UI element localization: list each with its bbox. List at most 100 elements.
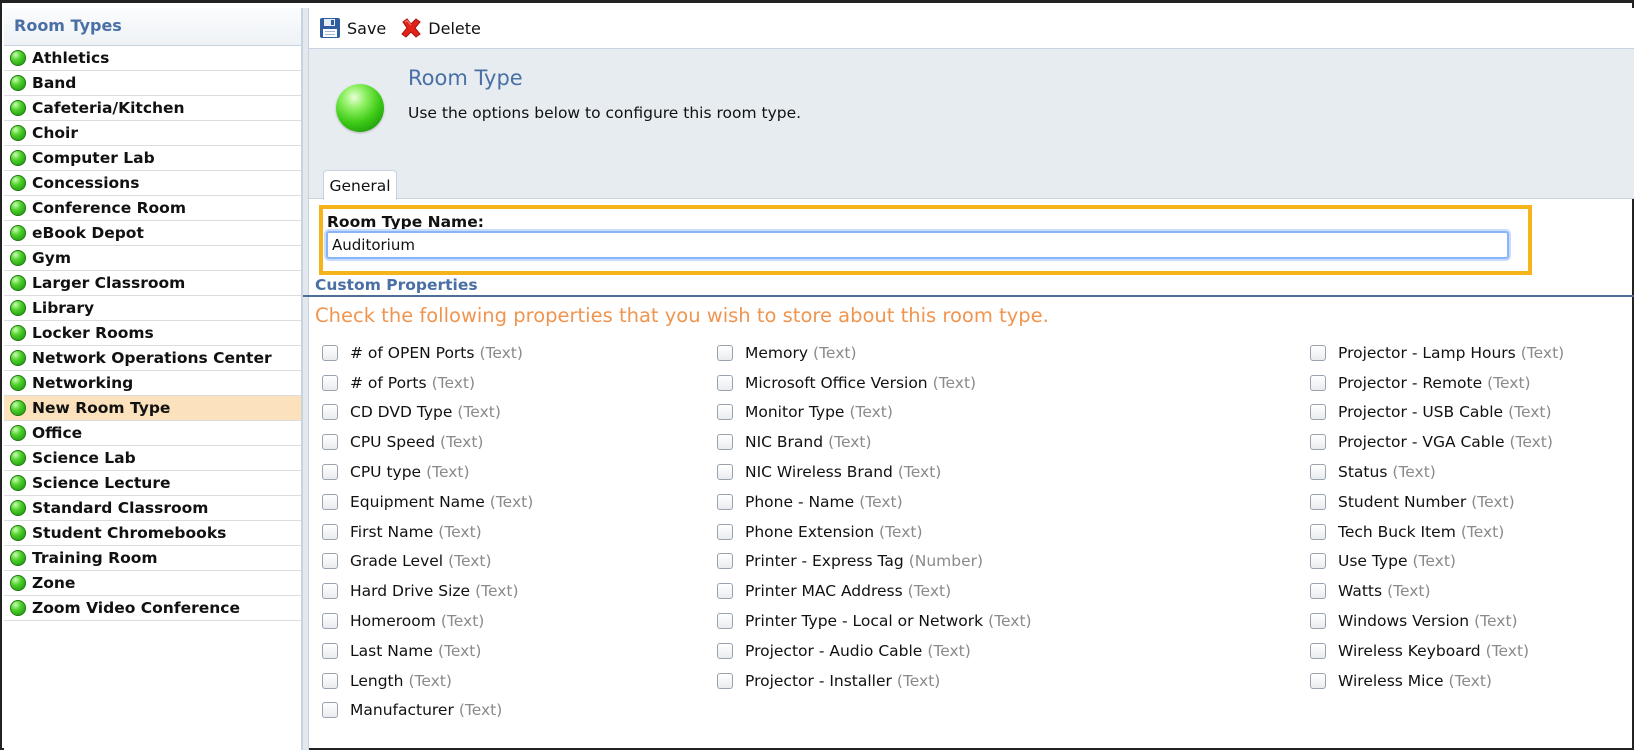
property-checkbox[interactable] xyxy=(322,523,338,540)
property-checkbox[interactable] xyxy=(1310,344,1326,361)
property-checkbox[interactable] xyxy=(717,344,733,361)
property-checkbox[interactable] xyxy=(1310,583,1326,600)
property-name[interactable]: CPU type xyxy=(350,463,421,481)
property-checkbox[interactable] xyxy=(717,672,733,689)
property-checkbox[interactable] xyxy=(322,434,338,451)
sidebar-item-zone[interactable]: Zone xyxy=(4,571,301,596)
sidebar-item-concessions[interactable]: Concessions xyxy=(4,171,301,196)
property-name[interactable]: CD DVD Type xyxy=(350,403,452,421)
sidebar-item-student-chromebooks[interactable]: Student Chromebooks xyxy=(4,521,301,546)
property-checkbox[interactable] xyxy=(717,404,733,421)
tab-general[interactable]: General xyxy=(323,170,397,200)
property-checkbox[interactable] xyxy=(1310,464,1326,481)
property-checkbox[interactable] xyxy=(322,464,338,481)
property-checkbox[interactable] xyxy=(1310,523,1326,540)
property-checkbox[interactable] xyxy=(1310,613,1326,630)
property-name[interactable]: NIC Brand xyxy=(745,433,823,451)
sidebar-item-network-operations-center[interactable]: Network Operations Center xyxy=(4,346,301,371)
property-name[interactable]: Windows Version xyxy=(1338,612,1469,630)
property-name[interactable]: Projector - Lamp Hours xyxy=(1338,344,1516,362)
sidebar-item-standard-classroom[interactable]: Standard Classroom xyxy=(4,496,301,521)
property-checkbox[interactable] xyxy=(1310,642,1326,659)
property-name[interactable]: Wireless Mice xyxy=(1338,672,1444,690)
property-checkbox[interactable] xyxy=(717,523,733,540)
property-name[interactable]: Status xyxy=(1338,463,1387,481)
property-checkbox[interactable] xyxy=(1310,553,1326,570)
property-name[interactable]: Length xyxy=(350,672,403,690)
property-name[interactable]: Projector - USB Cable xyxy=(1338,403,1503,421)
property-name[interactable]: Projector - Audio Cable xyxy=(745,642,922,660)
sidebar-item-computer-lab[interactable]: Computer Lab xyxy=(4,146,301,171)
property-name[interactable]: Last Name xyxy=(350,642,433,660)
splitter[interactable] xyxy=(302,8,309,750)
property-checkbox[interactable] xyxy=(717,553,733,570)
property-name[interactable]: Projector - VGA Cable xyxy=(1338,433,1504,451)
property-checkbox[interactable] xyxy=(322,672,338,689)
room-type-name-input[interactable] xyxy=(326,231,1509,259)
sidebar-item-office[interactable]: Office xyxy=(4,421,301,446)
property-checkbox[interactable] xyxy=(322,344,338,361)
sidebar-item-band[interactable]: Band xyxy=(4,71,301,96)
sidebar-item-science-lab[interactable]: Science Lab xyxy=(4,446,301,471)
sidebar-item-athletics[interactable]: Athletics xyxy=(4,46,301,71)
property-checkbox[interactable] xyxy=(717,583,733,600)
property-checkbox[interactable] xyxy=(717,434,733,451)
property-name[interactable]: Printer Type - Local or Network xyxy=(745,612,983,630)
property-checkbox[interactable] xyxy=(322,404,338,421)
save-button[interactable]: Save xyxy=(319,17,386,39)
property-name[interactable]: Student Number xyxy=(1338,493,1466,511)
property-checkbox[interactable] xyxy=(717,464,733,481)
property-name[interactable]: Tech Buck Item xyxy=(1338,523,1456,541)
sidebar-item-science-lecture[interactable]: Science Lecture xyxy=(4,471,301,496)
delete-button[interactable]: Delete xyxy=(400,17,481,39)
property-checkbox[interactable] xyxy=(1310,404,1326,421)
property-checkbox[interactable] xyxy=(717,493,733,510)
sidebar-item-ebook-depot[interactable]: eBook Depot xyxy=(4,221,301,246)
property-checkbox[interactable] xyxy=(322,374,338,391)
property-checkbox[interactable] xyxy=(322,583,338,600)
sidebar-item-choir[interactable]: Choir xyxy=(4,121,301,146)
property-name[interactable]: Use Type xyxy=(1338,552,1408,570)
property-checkbox[interactable] xyxy=(322,493,338,510)
property-checkbox[interactable] xyxy=(322,553,338,570)
property-name[interactable]: CPU Speed xyxy=(350,433,435,451)
property-name[interactable]: Phone Extension xyxy=(745,523,874,541)
property-name[interactable]: Watts xyxy=(1338,582,1382,600)
property-name[interactable]: Phone - Name xyxy=(745,493,854,511)
sidebar-item-cafeteria-kitchen[interactable]: Cafeteria/Kitchen xyxy=(4,96,301,121)
sidebar-item-conference-room[interactable]: Conference Room xyxy=(4,196,301,221)
property-name[interactable]: Memory xyxy=(745,344,808,362)
property-checkbox[interactable] xyxy=(1310,374,1326,391)
property-name[interactable]: Printer - Express Tag xyxy=(745,552,904,570)
property-checkbox[interactable] xyxy=(322,613,338,630)
property-checkbox[interactable] xyxy=(717,374,733,391)
property-name[interactable]: Equipment Name xyxy=(350,493,485,511)
property-name[interactable]: First Name xyxy=(350,523,433,541)
property-name[interactable]: Projector - Installer xyxy=(745,672,892,690)
property-name[interactable]: # of Ports xyxy=(350,374,427,392)
sidebar-item-gym[interactable]: Gym xyxy=(4,246,301,271)
property-name[interactable]: Grade Level xyxy=(350,552,443,570)
property-name[interactable]: Microsoft Office Version xyxy=(745,374,928,392)
sidebar-item-library[interactable]: Library xyxy=(4,296,301,321)
property-name[interactable]: Monitor Type xyxy=(745,403,844,421)
property-checkbox[interactable] xyxy=(322,702,338,719)
sidebar-item-training-room[interactable]: Training Room xyxy=(4,546,301,571)
property-name[interactable]: # of OPEN Ports xyxy=(350,344,474,362)
sidebar-item-zoom-video-conference[interactable]: Zoom Video Conference xyxy=(4,596,301,621)
property-checkbox[interactable] xyxy=(322,642,338,659)
property-checkbox[interactable] xyxy=(717,613,733,630)
sidebar-item-locker-rooms[interactable]: Locker Rooms xyxy=(4,321,301,346)
property-name[interactable]: Projector - Remote xyxy=(1338,374,1482,392)
property-name[interactable]: Wireless Keyboard xyxy=(1338,642,1481,660)
property-name[interactable]: Homeroom xyxy=(350,612,436,630)
property-checkbox[interactable] xyxy=(1310,672,1326,689)
sidebar-item-networking[interactable]: Networking xyxy=(4,371,301,396)
sidebar-item-larger-classroom[interactable]: Larger Classroom xyxy=(4,271,301,296)
property-checkbox[interactable] xyxy=(1310,493,1326,510)
property-name[interactable]: Printer MAC Address xyxy=(745,582,903,600)
property-name[interactable]: Hard Drive Size xyxy=(350,582,470,600)
property-checkbox[interactable] xyxy=(717,642,733,659)
property-name[interactable]: Manufacturer xyxy=(350,701,454,719)
sidebar-item-new-room-type[interactable]: New Room Type xyxy=(4,396,301,421)
